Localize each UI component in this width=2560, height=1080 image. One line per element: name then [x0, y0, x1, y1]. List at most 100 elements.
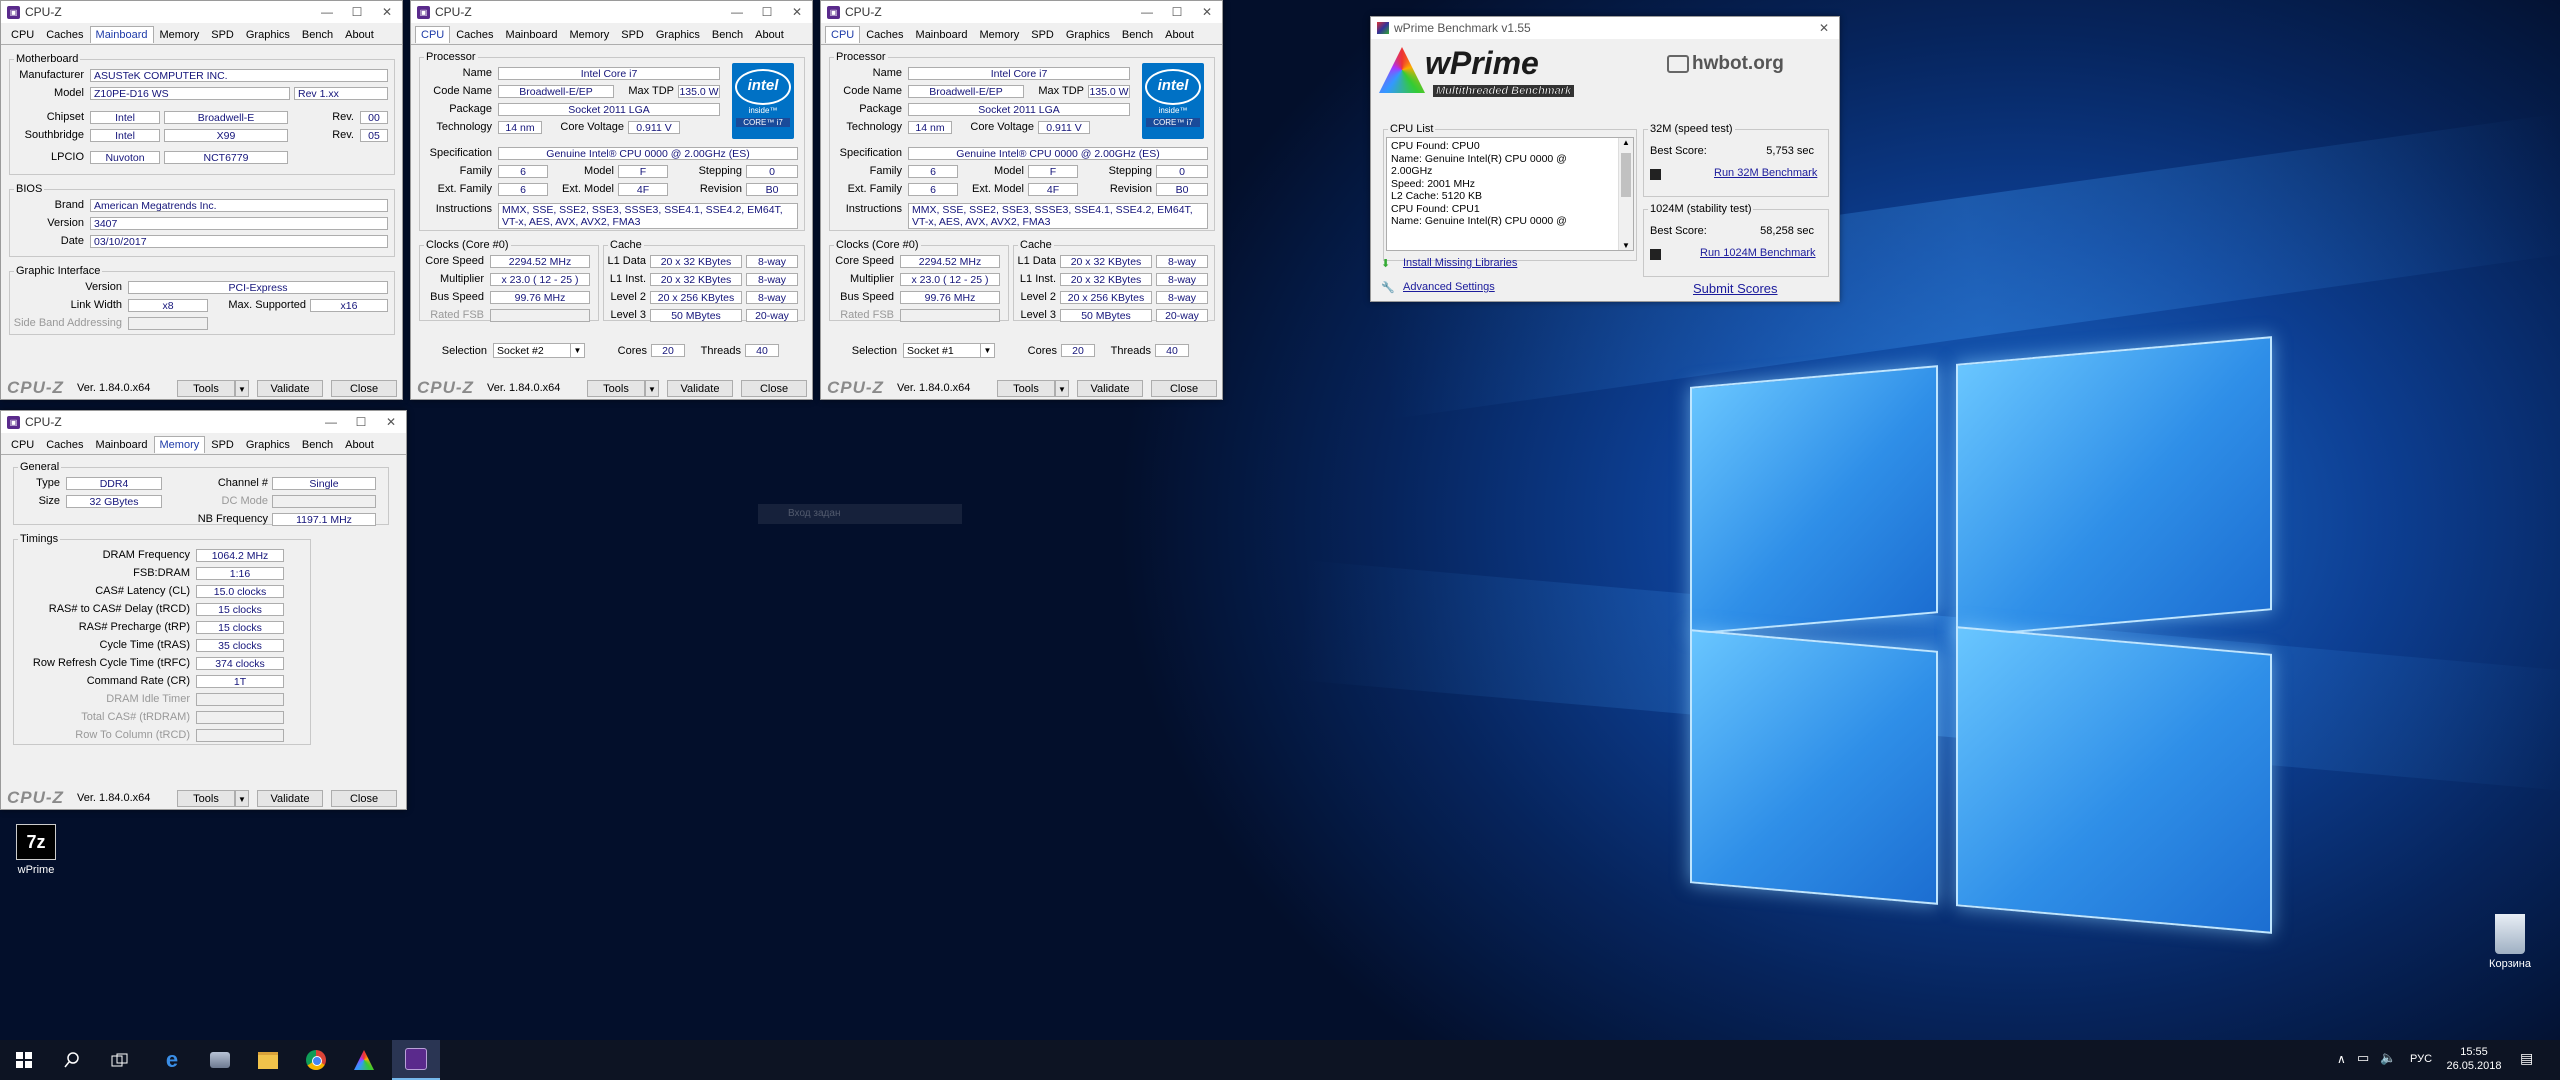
tab-mainboard[interactable]: Mainboard	[910, 26, 974, 43]
tab-caches[interactable]: Caches	[450, 26, 499, 43]
close-window-button[interactable]: ✕	[1809, 17, 1839, 39]
volume-icon[interactable]: 🔈	[2380, 1050, 2396, 1066]
tab-spd[interactable]: SPD	[205, 436, 240, 453]
tab-cpu[interactable]: CPU	[5, 436, 40, 453]
close-window-button[interactable]: ✕	[1192, 1, 1222, 23]
validate-button[interactable]: Validate	[1077, 379, 1143, 397]
tools-dropdown-icon[interactable]: ▼	[235, 379, 249, 397]
hwbot-text: hwbot.org	[1692, 53, 1784, 74]
cpu-list-scrollbar[interactable]: ▲ ▼	[1618, 138, 1633, 250]
maximize-button[interactable]: ☐	[342, 1, 372, 23]
cpuz-taskbar-icon[interactable]	[392, 1040, 440, 1080]
tab-memory[interactable]: Memory	[974, 26, 1026, 43]
close-window-button[interactable]: ✕	[782, 1, 812, 23]
tab-spd[interactable]: SPD	[615, 26, 650, 43]
minimize-button[interactable]: —	[722, 1, 752, 23]
tab-about[interactable]: About	[339, 26, 380, 43]
validate-button[interactable]: Validate	[257, 379, 323, 397]
desktop-icon-recycle-bin[interactable]: Корзина	[2478, 914, 2542, 970]
language-indicator[interactable]: РУС	[2410, 1053, 2432, 1065]
tray-overflow-icon[interactable]: ∧	[2337, 1052, 2346, 1066]
close-button[interactable]: Close	[331, 379, 397, 397]
tab-cpu[interactable]: CPU	[5, 26, 40, 43]
minimize-button[interactable]: —	[1132, 1, 1162, 23]
chipset-vendor-field: Intel	[90, 111, 160, 124]
search-icon[interactable]	[48, 1040, 96, 1080]
tab-caches[interactable]: Caches	[860, 26, 909, 43]
label: Max TDP	[1038, 85, 1084, 97]
chevron-down-icon: ▼	[570, 344, 584, 357]
tools-dropdown-icon[interactable]: ▼	[1055, 379, 1069, 397]
close-button[interactable]: Close	[741, 379, 807, 397]
tools-button[interactable]: Tools	[587, 379, 645, 397]
scroll-down-icon[interactable]: ▼	[1619, 241, 1633, 250]
timing-label: Row To Column (tRCD)	[75, 729, 190, 741]
tab-spd[interactable]: SPD	[1025, 26, 1060, 43]
maximize-button[interactable]: ☐	[752, 1, 782, 23]
tab-caches[interactable]: Caches	[40, 436, 89, 453]
start-button[interactable]	[0, 1040, 48, 1080]
tab-graphics[interactable]: Graphics	[650, 26, 706, 43]
chrome-icon[interactable]	[292, 1040, 340, 1080]
tab-bench[interactable]: Bench	[296, 436, 339, 453]
tab-graphics[interactable]: Graphics	[240, 26, 296, 43]
tab-memory[interactable]: Memory	[564, 26, 616, 43]
task-view-icon[interactable]	[96, 1040, 144, 1080]
network-icon[interactable]: ▭	[2357, 1050, 2369, 1066]
group-title: 1024M (stability test)	[1650, 203, 1752, 215]
close-button[interactable]: Close	[331, 789, 397, 807]
scroll-thumb[interactable]	[1621, 153, 1631, 197]
advanced-settings-link[interactable]: Advanced Settings	[1403, 281, 1495, 293]
tab-graphics[interactable]: Graphics	[240, 436, 296, 453]
install-libraries-link[interactable]: Install Missing Libraries	[1403, 257, 1517, 269]
wprime-taskbar-icon[interactable]	[340, 1040, 388, 1080]
run-1024m-button[interactable]: Run 1024M Benchmark	[1700, 247, 1816, 259]
maximize-button[interactable]: ☐	[1162, 1, 1192, 23]
tab-bench[interactable]: Bench	[1116, 26, 1159, 43]
minimize-button[interactable]: —	[316, 411, 346, 433]
tools-button[interactable]: Tools	[177, 379, 235, 397]
save-icon	[1650, 249, 1661, 260]
maximize-button[interactable]: ☐	[346, 411, 376, 433]
hwbot-logo[interactable]: hwbot.org	[1667, 53, 1784, 75]
tab-caches[interactable]: Caches	[40, 26, 89, 43]
submit-scores-link[interactable]: Submit Scores	[1693, 281, 1778, 296]
tab-graphics[interactable]: Graphics	[1060, 26, 1116, 43]
tools-dropdown-icon[interactable]: ▼	[645, 379, 659, 397]
desktop-icon-wprime[interactable]: 7z wPrime	[12, 824, 60, 876]
minimize-button[interactable]: —	[312, 1, 342, 23]
tab-cpu[interactable]: CPU	[825, 26, 861, 43]
tab-mainboard[interactable]: Mainboard	[89, 26, 154, 43]
tab-mainboard[interactable]: Mainboard	[500, 26, 564, 43]
tab-about[interactable]: About	[1159, 26, 1200, 43]
timing-label: DRAM Frequency	[102, 549, 190, 561]
run-32m-button[interactable]: Run 32M Benchmark	[1714, 167, 1817, 179]
tab-spd[interactable]: SPD	[205, 26, 240, 43]
tab-about[interactable]: About	[339, 436, 380, 453]
scroll-up-icon[interactable]: ▲	[1619, 138, 1633, 147]
tab-about[interactable]: About	[749, 26, 790, 43]
close-window-button[interactable]: ✕	[376, 411, 406, 433]
tools-button[interactable]: Tools	[997, 379, 1055, 397]
mainboard-panel: Motherboard Manufacturer ASUSTeK COMPUTE…	[1, 43, 402, 377]
tab-cpu[interactable]: CPU	[415, 26, 451, 43]
tab-mainboard[interactable]: Mainboard	[90, 436, 154, 453]
clock[interactable]: 15:55 26.05.2018	[2444, 1045, 2504, 1073]
tools-button[interactable]: Tools	[177, 789, 235, 807]
cpu-list-box[interactable]: CPU Found: CPU0 Name: Genuine Intel(R) CP…	[1386, 137, 1634, 251]
socket-select[interactable]: Socket #1 ▼	[903, 343, 995, 358]
tab-bench[interactable]: Bench	[706, 26, 749, 43]
network-app-icon[interactable]	[196, 1040, 244, 1080]
close-button[interactable]: Close	[1151, 379, 1217, 397]
tools-dropdown-icon[interactable]: ▼	[235, 789, 249, 807]
tab-memory[interactable]: Memory	[153, 436, 206, 453]
validate-button[interactable]: Validate	[257, 789, 323, 807]
tab-memory[interactable]: Memory	[154, 26, 206, 43]
file-explorer-icon[interactable]	[244, 1040, 292, 1080]
validate-button[interactable]: Validate	[667, 379, 733, 397]
socket-select[interactable]: Socket #2 ▼	[493, 343, 585, 358]
tab-bench[interactable]: Bench	[296, 26, 339, 43]
notifications-icon[interactable]: ▤	[2520, 1050, 2533, 1067]
edge-icon[interactable]: e	[148, 1040, 196, 1080]
close-window-button[interactable]: ✕	[372, 1, 402, 23]
